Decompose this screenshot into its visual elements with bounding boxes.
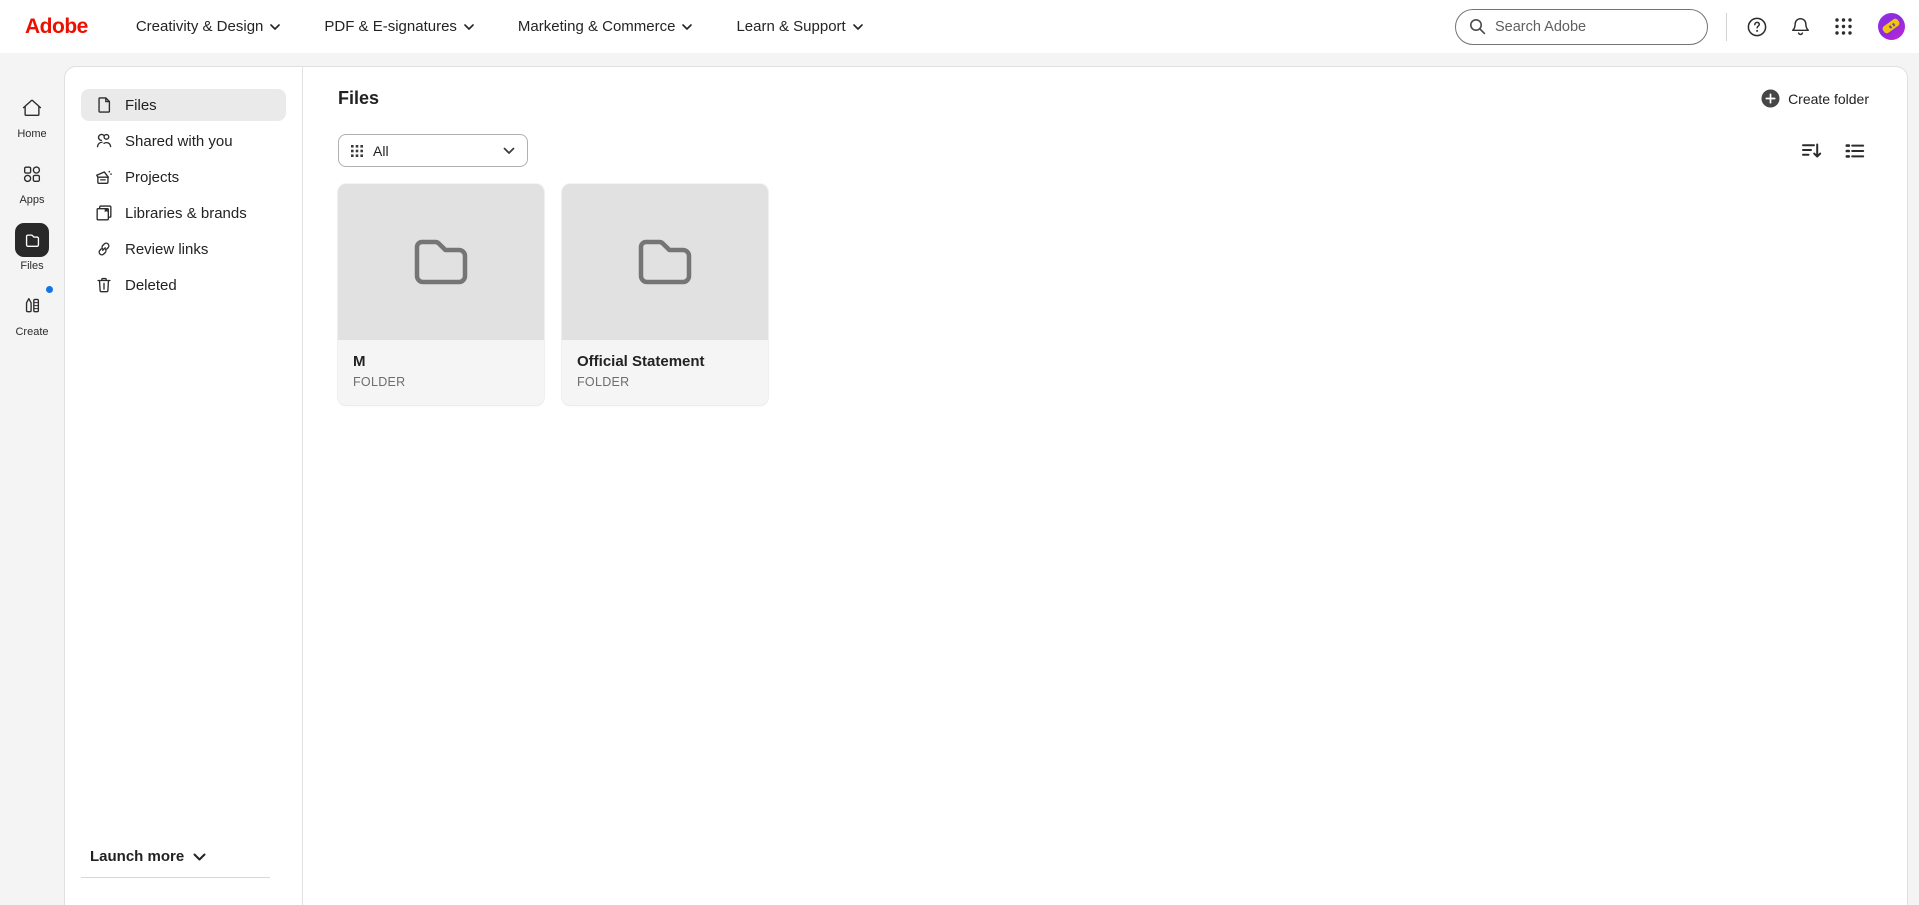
top-nav: Adobe Creativity & Design PDF & E-signat…	[0, 0, 1919, 53]
document-icon	[95, 96, 113, 114]
folder-card-m[interactable]: M FOLDER	[338, 184, 544, 405]
sidebar-item-label: Files	[125, 96, 157, 114]
folder-thumbnail	[562, 184, 768, 340]
toolbar: All	[338, 134, 1869, 167]
create-icon	[15, 286, 53, 323]
sidebar-item-deleted[interactable]: Deleted	[81, 269, 286, 301]
account-avatar[interactable]	[1878, 13, 1905, 40]
view-controls	[1797, 137, 1869, 165]
chevron-down-icon	[270, 18, 281, 35]
search-icon	[1469, 18, 1486, 35]
link-icon	[95, 240, 113, 258]
launch-more-button[interactable]: Launch more	[90, 848, 206, 865]
primary-nav: Creativity & Design PDF & E-signatures M…	[136, 18, 863, 35]
sidebar-item-shared-with-you[interactable]: Shared with you	[81, 125, 286, 157]
rail-item-label: Apps	[19, 194, 45, 206]
rail-item-label: Files	[20, 260, 44, 272]
page-body: Home Apps Files Create Files Shared with…	[0, 53, 1919, 905]
rail-item-apps[interactable]: Apps	[15, 157, 49, 206]
filter-dropdown[interactable]: All	[338, 134, 528, 167]
create-folder-label: Create folder	[1788, 90, 1869, 107]
files-folder-icon	[15, 223, 49, 257]
rail-item-label: Home	[17, 128, 47, 140]
list-view-icon[interactable]	[1841, 137, 1869, 165]
launch-more-label: Launch more	[90, 848, 185, 865]
folder-name: M	[353, 353, 366, 370]
folder-thumbnail	[338, 184, 544, 340]
search-input[interactable]	[1495, 18, 1694, 35]
files-main: Files Create folder All M FOLDER Officia…	[303, 67, 1907, 905]
people-icon	[95, 132, 113, 150]
trash-icon	[95, 276, 113, 294]
sidebar-item-review-links[interactable]: Review links	[81, 233, 286, 265]
chevron-down-icon	[193, 848, 206, 865]
folder-type-label: FOLDER	[577, 375, 630, 389]
sidebar-item-label: Libraries & brands	[125, 204, 247, 222]
grid-view-dots-icon	[351, 144, 363, 157]
folder-card-official-statement[interactable]: Official Statement FOLDER	[562, 184, 768, 405]
apps-icon	[15, 157, 49, 191]
sidebar-item-libraries-brands[interactable]: Libraries & brands	[81, 197, 286, 229]
nav-menu-label: Marketing & Commerce	[517, 18, 676, 35]
filter-selected-value: All	[373, 142, 389, 159]
nav-menu-pdf-esignatures[interactable]: PDF & E-signatures	[324, 18, 474, 35]
sidebar-item-label: Shared with you	[125, 132, 233, 150]
folder-icon	[409, 235, 473, 289]
app-launcher-grid-icon[interactable]	[1829, 13, 1857, 41]
folder-type-label: FOLDER	[353, 375, 406, 389]
rail-item-files[interactable]: Files	[15, 223, 49, 272]
files-sidebar: Files Shared with you Projects Libraries…	[65, 67, 303, 905]
main-header: Files Create folder	[338, 88, 1869, 109]
nav-menu-label: Creativity & Design	[135, 18, 264, 35]
adobe-logo[interactable]: Adobe	[25, 15, 88, 39]
folder-name: Official Statement	[577, 353, 705, 370]
folder-card-meta: M FOLDER	[338, 340, 544, 389]
nav-menu-creativity-design[interactable]: Creativity & Design	[136, 18, 281, 35]
nav-menu-learn-support[interactable]: Learn & Support	[736, 18, 863, 35]
sidebar-item-label: Projects	[125, 168, 180, 186]
plus-circle-icon	[1761, 89, 1780, 108]
sidebar-item-projects[interactable]: Projects	[81, 161, 286, 193]
folder-card-meta: Official Statement FOLDER	[562, 340, 768, 389]
page-title: Files	[338, 88, 380, 108]
folder-icon	[633, 235, 697, 289]
project-box-icon	[95, 168, 113, 186]
libraries-icon	[95, 204, 113, 222]
nav-right-cluster	[1455, 8, 1905, 45]
avatar-pencil-graphic	[1881, 17, 1901, 35]
help-icon[interactable]	[1743, 13, 1771, 41]
rail-item-label: Create	[15, 326, 49, 338]
nav-icons	[1743, 13, 1905, 41]
chevron-down-icon	[464, 18, 474, 35]
nav-menu-marketing-commerce[interactable]: Marketing & Commerce	[518, 18, 693, 35]
sidebar-item-label: Review links	[125, 240, 209, 258]
chevron-down-icon	[503, 147, 515, 155]
folder-grid: M FOLDER Official Statement FOLDER	[338, 184, 1869, 405]
nav-divider	[1726, 12, 1727, 41]
sidebar-divider	[81, 877, 270, 878]
search-box[interactable]	[1455, 8, 1708, 45]
sidebar-item-label: Deleted	[125, 276, 177, 294]
rail-item-create[interactable]: Create	[15, 286, 53, 338]
content-panel: Files Shared with you Projects Libraries…	[64, 66, 1908, 905]
nav-menu-label: PDF & E-signatures	[324, 18, 457, 35]
left-rail: Home Apps Files Create	[0, 53, 64, 905]
sidebar-item-files[interactable]: Files	[81, 89, 286, 121]
sort-order-icon[interactable]	[1797, 137, 1825, 165]
notifications-bell-icon[interactable]	[1786, 13, 1814, 41]
home-icon	[15, 91, 49, 125]
chevron-down-icon	[852, 18, 863, 35]
create-folder-button[interactable]: Create folder	[1761, 89, 1869, 108]
nav-menu-label: Learn & Support	[736, 18, 846, 35]
chevron-down-icon	[682, 18, 693, 35]
create-notification-dot	[46, 286, 53, 293]
rail-item-home[interactable]: Home	[15, 91, 49, 140]
